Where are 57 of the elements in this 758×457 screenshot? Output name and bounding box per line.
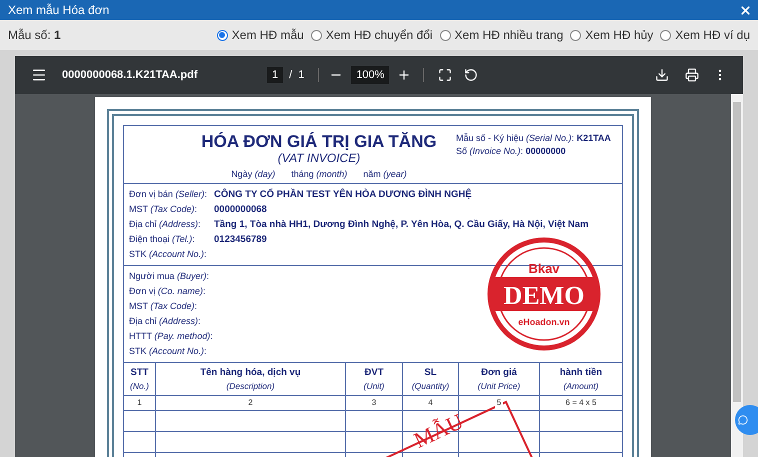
invoice-title: HÓA ĐƠN GIÁ TRỊ GIA TĂNG (201, 132, 437, 151)
page-total: 1 (298, 68, 304, 83)
chat-icon (738, 415, 748, 425)
zoom-in-icon[interactable] (397, 68, 412, 82)
column-title: Đơn giá (481, 366, 517, 380)
view-radio[interactable]: Xem HĐ ví dụ (660, 26, 750, 44)
column-title: ĐVT (364, 366, 384, 380)
field-label: MST (Tax Code): (129, 300, 198, 313)
field-label: Địa chỉ (Address): (129, 315, 201, 328)
column-subtitle: (Quantity) (412, 380, 450, 392)
field-label: STK (Account No.): (129, 345, 207, 358)
column-subtitle: (Unit) (364, 380, 384, 392)
column-title: SL (424, 366, 437, 380)
column-subtitle: (Description) (226, 380, 275, 392)
column-subtitle: (Unit Price) (478, 380, 520, 392)
field-value: CÔNG TY CỔ PHẦN TEST YÊN HÒA DƯƠNG ĐÌNH NGHỆ (214, 188, 472, 202)
column-title: Tên hàng hóa, dịch vụ (200, 366, 301, 380)
download-icon[interactable] (655, 68, 669, 82)
date-label: Ngày (day) (231, 168, 276, 181)
zoom-field[interactable]: 100% (351, 66, 390, 84)
field-label: STK (Account No.): (129, 248, 208, 261)
page-field[interactable]: 1 (267, 66, 284, 84)
field-label: Địa chỉ (Address): (129, 218, 202, 231)
view-radio[interactable]: Xem HĐ chuyển đổi (310, 26, 433, 44)
invoice-number: Số (Invoice No.): 00000000 (456, 145, 567, 158)
file-name: 0000000068.1.K21TAA.pdf (62, 68, 199, 83)
menu-icon[interactable] (31, 67, 47, 83)
field-label: MST (Tax Code): (129, 203, 198, 216)
field-value: Tầng 1, Tòa nhà HH1, Dương Đình Nghệ, P. Yên Hòa, Q. Cầu Giấy, Hà Nội, Việt Nam (214, 218, 589, 232)
close-icon[interactable] (739, 4, 752, 16)
field-label: Đơn vị bán (Seller): (129, 188, 208, 201)
fit-page-icon[interactable] (438, 68, 452, 82)
stamp-text: DEMO (504, 281, 584, 310)
column-subtitle: (Amount) (564, 380, 598, 392)
column-title: hành tiền (560, 366, 602, 380)
field-label: HTTT (Pay. method): (129, 330, 213, 343)
invoice-subtitle: (VAT INVOICE) (278, 151, 360, 165)
field-label: Đơn vị (Co. name): (129, 285, 206, 298)
rotate-icon[interactable] (464, 68, 478, 82)
form-number: Mẫu số: 1 (8, 27, 61, 44)
date-label: năm (year) (363, 168, 407, 181)
view-radio[interactable]: Xem HĐ hủy (570, 26, 654, 44)
window-title: Xem mẫu Hóa đơn (8, 2, 110, 19)
column-subtitle: (No.) (130, 380, 149, 392)
field-value: 0000000068 (214, 203, 267, 217)
serial-label: Mẫu số - Ký hiệu (Serial No.): K21TAA (456, 132, 611, 145)
page-separator: / (289, 68, 292, 83)
print-icon[interactable] (685, 68, 699, 82)
field-value: 0123456789 (214, 233, 267, 247)
stamp-text: eHoadon.vn (518, 317, 570, 327)
date-label: tháng (month) (291, 168, 348, 181)
field-label: Điện thoại (Tel.): (129, 233, 196, 246)
column-index: 5 (494, 397, 504, 409)
field-label: Người mua (Buyer): (129, 270, 209, 283)
view-radio[interactable]: Xem HĐ nhiều trang (440, 26, 564, 44)
column-title: STT (130, 366, 148, 380)
view-radio[interactable]: Xem HĐ mẫu (216, 26, 304, 44)
